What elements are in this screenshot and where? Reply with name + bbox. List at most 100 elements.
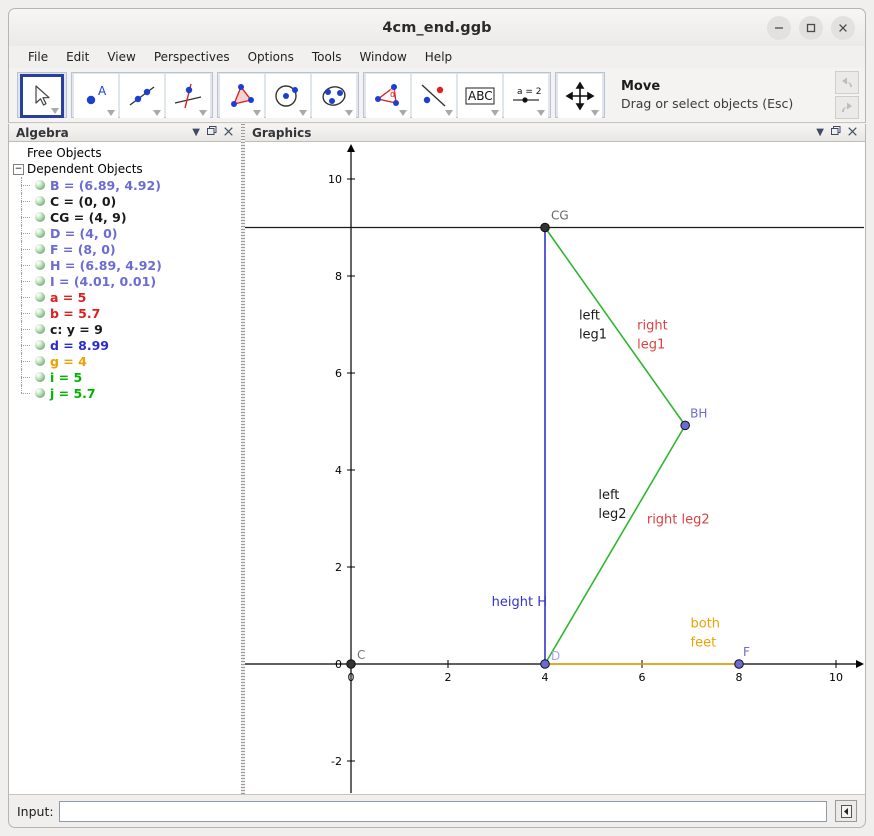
tree-branch: [19, 241, 35, 257]
close-icon[interactable]: [848, 126, 857, 139]
algebra-item[interactable]: D = (4, 0): [9, 225, 241, 241]
x-tick-label: 10: [829, 671, 843, 684]
text-tool-button[interactable]: ABC: [458, 74, 502, 118]
algebra-item[interactable]: CG = (4, 9): [9, 209, 241, 225]
algebra-item[interactable]: g = 4: [9, 353, 241, 369]
object-visibility-icon[interactable]: [35, 212, 45, 222]
object-visibility-icon[interactable]: [35, 276, 45, 286]
undo-redo-group: [835, 71, 859, 119]
right-leg2-segment[interactable]: [544, 424, 686, 665]
window-controls: [767, 16, 855, 40]
annotation-right-leg2[interactable]: right leg2: [647, 512, 710, 527]
menu-edit[interactable]: Edit: [57, 48, 98, 66]
object-visibility-icon[interactable]: [35, 180, 45, 190]
point-tool-button[interactable]: A: [74, 74, 118, 118]
object-visibility-icon[interactable]: [35, 292, 45, 302]
algebra-item[interactable]: F = (8, 0): [9, 241, 241, 257]
tree-branch: [19, 305, 35, 321]
polygon-tool-button[interactable]: [220, 74, 264, 118]
tree-branch: [19, 321, 35, 337]
object-visibility-icon[interactable]: [35, 372, 45, 382]
tree-group-free-objects[interactable]: Free Objects: [9, 145, 241, 161]
y-tick-label: -2: [331, 755, 342, 768]
menu-window[interactable]: Window: [350, 48, 415, 66]
menu-tools[interactable]: Tools: [303, 48, 351, 66]
algebra-tree[interactable]: Free Objects − Dependent Objects B = (6.…: [9, 142, 241, 792]
tree-branch: [19, 257, 35, 273]
object-visibility-icon[interactable]: [35, 196, 45, 206]
collapse-expander-icon[interactable]: −: [13, 163, 24, 175]
point-C[interactable]: [346, 659, 356, 669]
object-visibility-icon[interactable]: [35, 244, 45, 254]
annotation-both-feet[interactable]: both feet: [691, 617, 721, 651]
object-visibility-icon[interactable]: [35, 260, 45, 270]
point-CG[interactable]: [540, 222, 550, 233]
object-visibility-icon[interactable]: [35, 340, 45, 350]
algebra-item[interactable]: c: y = 9: [9, 321, 241, 337]
algebra-panel-title: Algebra: [16, 125, 69, 140]
reflect-tool-button[interactable]: [412, 74, 456, 118]
algebra-item[interactable]: i = 5: [9, 369, 241, 385]
tree-branch: [19, 369, 35, 385]
input-field[interactable]: [58, 800, 827, 822]
point-D[interactable]: [540, 659, 550, 669]
algebra-item[interactable]: I = (4.01, 0.01): [9, 273, 241, 289]
chevron-down-icon[interactable]: ▼: [192, 127, 200, 138]
object-visibility-icon[interactable]: [35, 324, 45, 334]
x-tick-label: 4: [542, 671, 549, 684]
menu-view[interactable]: View: [98, 48, 144, 66]
svg-text:right: right: [637, 318, 668, 333]
algebra-item[interactable]: a = 5: [9, 289, 241, 305]
close-icon[interactable]: [224, 126, 233, 139]
algebra-item[interactable]: C = (0, 0): [9, 193, 241, 209]
object-visibility-icon[interactable]: [35, 308, 45, 318]
algebra-item-text: B = (6.89, 4.92): [50, 177, 161, 193]
graphics-view[interactable]: 0 2 4 6 8 10 -2 0 2 4 6 8 10 C CG D F BH left leg1 right leg1…: [245, 142, 864, 793]
window-title: 4cm_end.ggb: [382, 19, 492, 36]
object-visibility-icon[interactable]: [35, 356, 45, 366]
menu-perspectives[interactable]: Perspectives: [145, 48, 239, 66]
angle-tool-button[interactable]: α: [366, 74, 410, 118]
close-button[interactable]: [831, 16, 855, 40]
object-visibility-icon[interactable]: [35, 228, 45, 238]
menu-file[interactable]: File: [19, 48, 57, 66]
conic-tool-button[interactable]: [312, 74, 356, 118]
x-tick-label: 2: [445, 671, 452, 684]
redo-button[interactable]: [835, 96, 859, 119]
algebra-item[interactable]: B = (6.89, 4.92): [9, 177, 241, 193]
algebra-item[interactable]: H = (6.89, 4.92): [9, 257, 241, 273]
annotation-left-leg1[interactable]: left leg1: [579, 309, 607, 343]
algebra-item-text: j = 5.7: [50, 385, 96, 401]
move-tool-button[interactable]: [20, 74, 64, 118]
point-F[interactable]: [734, 659, 744, 669]
annotation-right-leg1[interactable]: right leg1: [637, 318, 668, 352]
algebra-item[interactable]: b = 5.7: [9, 305, 241, 321]
undo-button[interactable]: [835, 71, 859, 94]
move-graphics-view-tool-button[interactable]: [558, 74, 602, 118]
tree-group-dependent-objects[interactable]: − Dependent Objects: [9, 161, 241, 177]
circle-tool-button[interactable]: [266, 74, 310, 118]
restore-icon[interactable]: [207, 126, 217, 139]
point-BH[interactable]: [680, 420, 690, 431]
minimize-button[interactable]: [767, 16, 791, 40]
line-tool-button[interactable]: [120, 74, 164, 118]
algebra-item[interactable]: d = 8.99: [9, 337, 241, 353]
algebra-item[interactable]: j = 5.7: [9, 385, 241, 401]
active-tool-hint: Drag or select objects (Esc): [621, 96, 794, 111]
graph-svg[interactable]: 0 2 4 6 8 10 -2 0 2 4 6 8 10 C CG D F BH left leg1 right leg1…: [245, 142, 864, 793]
maximize-button[interactable]: [799, 16, 823, 40]
chevron-down-icon: [199, 110, 207, 116]
chevron-down-icon: [253, 110, 261, 116]
object-visibility-icon[interactable]: [35, 388, 45, 398]
restore-icon[interactable]: [831, 126, 841, 139]
perpendicular-line-tool-button[interactable]: [166, 74, 210, 118]
input-collapse-button[interactable]: [835, 800, 857, 822]
menu-help[interactable]: Help: [416, 48, 461, 66]
y-tick-label: 0: [335, 658, 342, 671]
annotation-left-leg2[interactable]: left leg2: [598, 488, 626, 522]
annotation-height-h[interactable]: height H: [492, 595, 547, 610]
chevron-down-icon[interactable]: ▼: [816, 127, 824, 138]
graphics-panel-title: Graphics: [252, 125, 312, 140]
slider-tool-button[interactable]: a = 2: [504, 74, 548, 118]
menu-options[interactable]: Options: [239, 48, 303, 66]
